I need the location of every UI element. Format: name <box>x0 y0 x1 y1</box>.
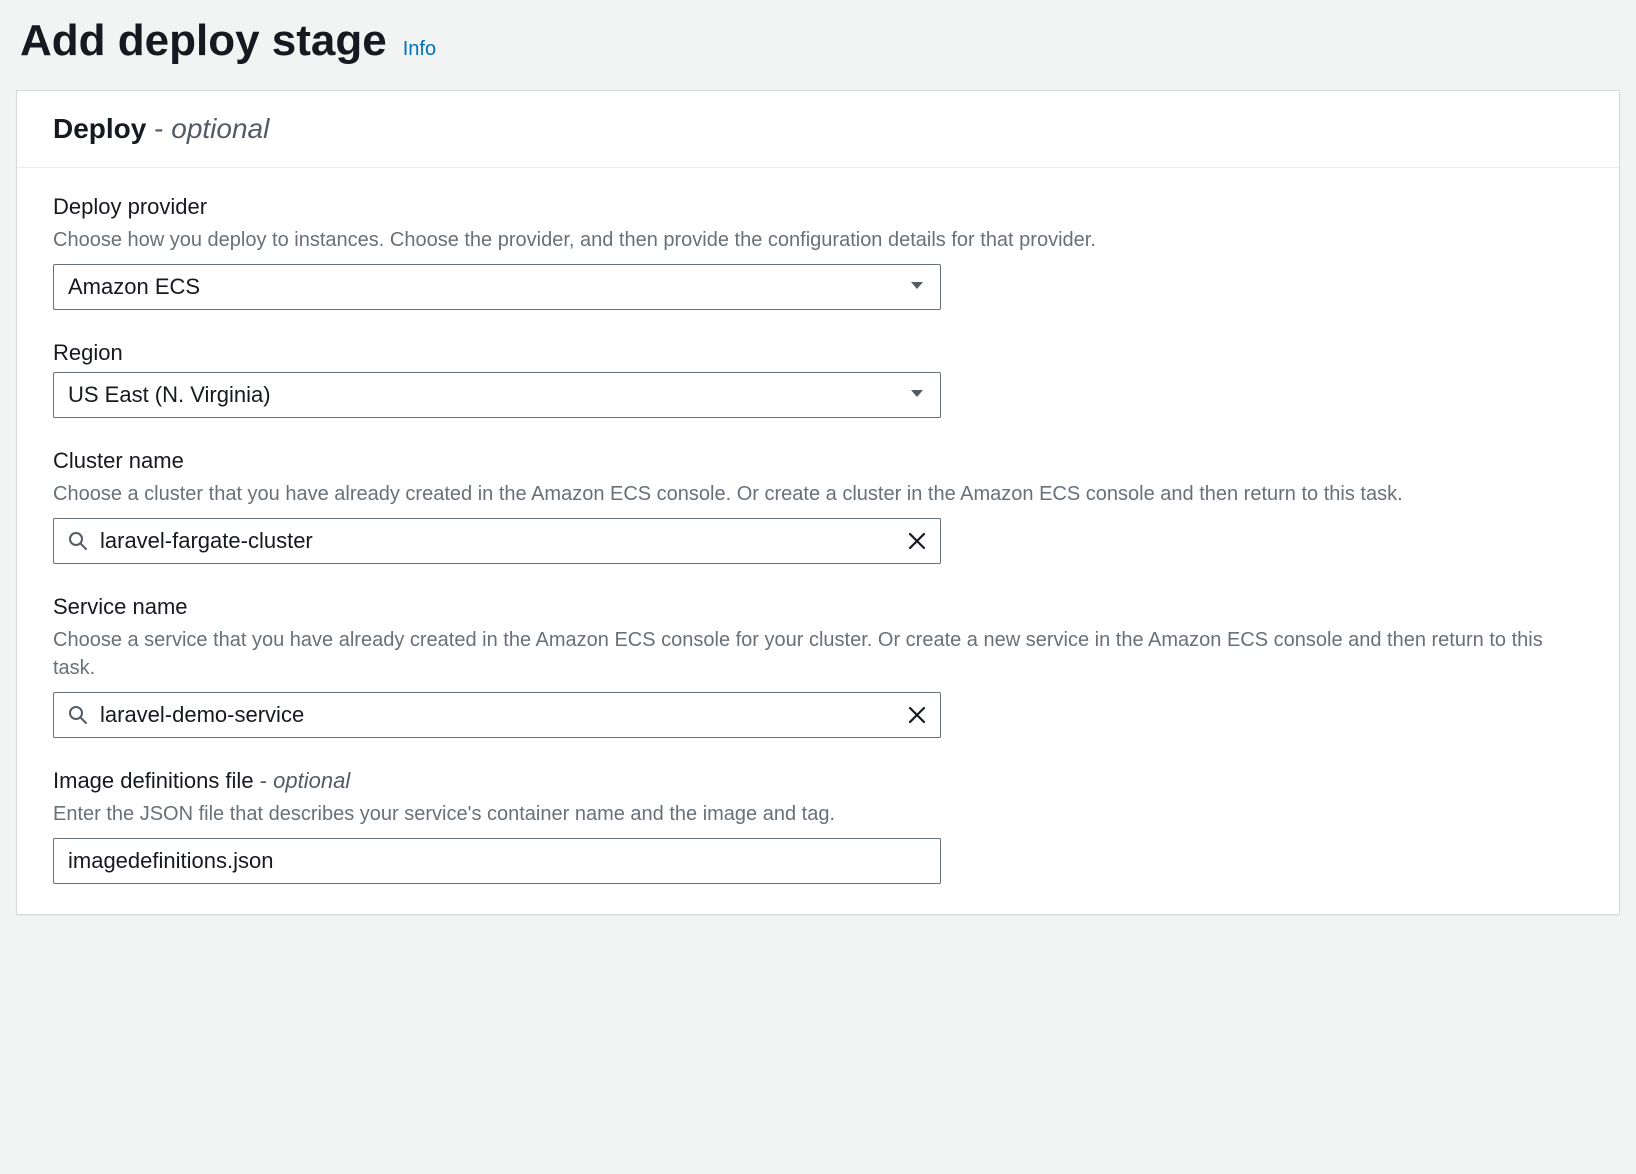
image-definitions-help: Enter the JSON file that describes your … <box>53 800 1583 828</box>
page-header: Add deploy stage Info <box>16 16 1620 66</box>
dash: - <box>154 113 171 144</box>
image-definitions-input-wrapper[interactable] <box>53 838 941 884</box>
deploy-provider-select[interactable]: Amazon ECS <box>53 264 941 310</box>
deploy-provider-value: Amazon ECS <box>68 274 200 300</box>
region-select[interactable]: US East (N. Virginia) <box>53 372 941 418</box>
cluster-name-help: Choose a cluster that you have already c… <box>53 480 1583 508</box>
region-value: US East (N. Virginia) <box>68 382 271 408</box>
clear-icon[interactable] <box>908 706 926 724</box>
search-icon <box>68 705 88 725</box>
region-label: Region <box>53 340 1583 366</box>
cluster-name-search[interactable] <box>53 518 941 564</box>
cluster-name-input[interactable] <box>100 528 892 554</box>
caret-down-icon <box>910 386 924 404</box>
image-definitions-group: Image definitions file - optional Enter … <box>53 768 1583 884</box>
card-header: Deploy - optional <box>17 91 1619 168</box>
clear-icon[interactable] <box>908 532 926 550</box>
service-name-input[interactable] <box>100 702 892 728</box>
card-title: Deploy - optional <box>53 113 1583 145</box>
image-definitions-optional: optional <box>273 768 350 793</box>
card-title-text: Deploy <box>53 113 146 144</box>
deploy-provider-group: Deploy provider Choose how you deploy to… <box>53 194 1583 310</box>
page-title: Add deploy stage <box>20 16 387 66</box>
deploy-provider-help: Choose how you deploy to instances. Choo… <box>53 226 1583 254</box>
service-name-help: Choose a service that you have already c… <box>53 626 1583 682</box>
card-body: Deploy provider Choose how you deploy to… <box>17 168 1619 914</box>
image-definitions-label-text: Image definitions file <box>53 768 254 793</box>
dash: - <box>260 768 273 793</box>
deploy-provider-label: Deploy provider <box>53 194 1583 220</box>
region-group: Region US East (N. Virginia) <box>53 340 1583 418</box>
search-icon <box>68 531 88 551</box>
image-definitions-input[interactable] <box>68 848 926 874</box>
info-link[interactable]: Info <box>403 38 436 61</box>
service-name-search[interactable] <box>53 692 941 738</box>
card-optional: optional <box>171 113 269 144</box>
cluster-name-label: Cluster name <box>53 448 1583 474</box>
image-definitions-label: Image definitions file - optional <box>53 768 1583 794</box>
deploy-card: Deploy - optional Deploy provider Choose… <box>16 90 1620 915</box>
cluster-name-group: Cluster name Choose a cluster that you h… <box>53 448 1583 564</box>
service-name-group: Service name Choose a service that you h… <box>53 594 1583 738</box>
caret-down-icon <box>910 278 924 296</box>
service-name-label: Service name <box>53 594 1583 620</box>
